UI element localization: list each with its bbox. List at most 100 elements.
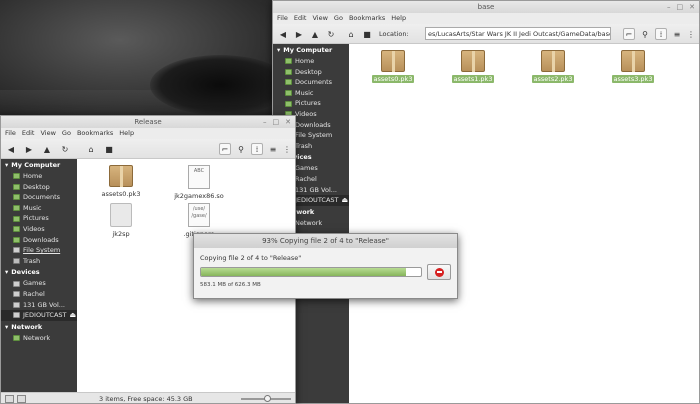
drive-icon (13, 291, 20, 298)
back-icon[interactable]: ◀ (277, 28, 289, 40)
reload-icon[interactable]: ↻ (59, 143, 71, 155)
compact-view-icon[interactable]: ⋮ (281, 143, 293, 155)
back-icon[interactable]: ◀ (5, 143, 17, 155)
sidebar-section-my-computer: ▾ My Computer (277, 46, 333, 54)
sidebar-item-music[interactable]: Music (1, 203, 77, 214)
sidebar-item-home[interactable]: Home (1, 171, 77, 182)
sidebar-item-trash[interactable]: Trash (1, 256, 77, 267)
menu-go[interactable]: Go (334, 13, 343, 24)
forward-icon[interactable]: ▶ (23, 143, 35, 155)
sidebar-item-pictures[interactable]: Pictures (1, 213, 77, 224)
base-menubar: File Edit View Go Bookmarks Help (273, 13, 699, 24)
treeview-toggle-icon[interactable] (17, 395, 26, 403)
menu-help[interactable]: Help (119, 128, 134, 139)
sidebar-section-devices: ▾Devices (5, 268, 40, 277)
base-toolbar: ◀ ▶ ▲ ↻ ⌂ ■ Location: es/LucasArts/Star … (273, 24, 699, 44)
package-icon (541, 50, 565, 72)
search-icon[interactable]: ⚲ (639, 28, 651, 40)
file-item[interactable]: assets1.pk3 (441, 50, 505, 83)
reload-icon[interactable]: ↻ (325, 28, 337, 40)
up-icon[interactable]: ▲ (41, 143, 53, 155)
folder-icon (13, 194, 20, 201)
menu-help[interactable]: Help (391, 13, 406, 24)
sidebar-item-downloads[interactable]: Downloads (1, 235, 77, 246)
computer-icon[interactable]: ■ (361, 28, 373, 40)
text-file-icon: ABC (188, 165, 210, 189)
file-item[interactable]: assets0.pk3 (89, 165, 153, 198)
base-titlebar[interactable]: base – □ ✕ (273, 1, 699, 13)
sidebar-item-desktop[interactable]: Desktop (1, 182, 77, 193)
sidebar-device-games[interactable]: Games (1, 278, 77, 289)
file-item[interactable]: ABC jk2gamex86.so (167, 165, 231, 200)
computer-icon[interactable]: ■ (103, 143, 115, 155)
list-view-icon[interactable]: ≡ (267, 143, 279, 155)
sidebar-item-file-system[interactable]: File System (1, 245, 77, 256)
file-item[interactable]: assets3.pk3 (601, 50, 665, 83)
sidebar-item-videos[interactable]: Videos (1, 224, 77, 235)
list-view-icon[interactable]: ≡ (671, 28, 683, 40)
sidebar-item-music[interactable]: Music (273, 88, 349, 99)
icon-view-icon[interactable]: ⁞ (655, 28, 667, 40)
file-item[interactable]: jk2sp (89, 203, 153, 238)
menu-bookmarks[interactable]: Bookmarks (77, 128, 113, 139)
location-field[interactable]: es/LucasArts/Star Wars JK II Jedi Outcas… (425, 27, 611, 40)
release-titlebar[interactable]: Release – □ ✕ (1, 116, 295, 128)
dialog-title: 93% Copying file 2 of 4 to "Release" (194, 234, 457, 248)
trash-icon (13, 258, 20, 265)
menu-file[interactable]: File (5, 128, 16, 139)
menu-go[interactable]: Go (62, 128, 71, 139)
sidebar-section-my-computer: ▾ My Computer (5, 161, 61, 169)
menu-edit[interactable]: Edit (294, 13, 307, 24)
window-controls: – □ ✕ (263, 116, 291, 128)
compact-view-icon[interactable]: ⋮ (685, 28, 697, 40)
sidebar-toggle-icon[interactable] (5, 395, 14, 403)
icon-view-icon[interactable]: ⁞ (251, 143, 263, 155)
home-icon[interactable]: ⌂ (345, 28, 357, 40)
sidebar-item-documents[interactable]: Documents (273, 77, 349, 88)
file-item[interactable]: assets2.pk3 (521, 50, 585, 83)
close-icon[interactable]: ✕ (689, 1, 695, 13)
menu-edit[interactable]: Edit (22, 128, 35, 139)
folder-icon (13, 183, 20, 190)
maximize-icon[interactable]: □ (677, 1, 684, 13)
toggle-path-icon[interactable]: ⌐ (219, 143, 231, 155)
menu-view[interactable]: View (312, 13, 327, 24)
folder-icon (285, 68, 292, 75)
copy-progress-bar (200, 267, 422, 277)
status-text: 3 items, Free space: 45.3 GB (99, 395, 193, 403)
up-icon[interactable]: ▲ (309, 28, 321, 40)
copy-progress-dialog[interactable]: 93% Copying file 2 of 4 to "Release" Cop… (193, 233, 458, 299)
sidebar-item-network[interactable]: Network (1, 333, 77, 344)
package-icon (109, 165, 133, 187)
minimize-icon[interactable]: – (263, 116, 267, 128)
toggle-path-icon[interactable]: ⌐ (623, 28, 635, 40)
folder-icon (285, 79, 292, 86)
menu-file[interactable]: File (277, 13, 288, 24)
folder-icon (13, 236, 20, 243)
release-statusbar: 3 items, Free space: 45.3 GB (1, 392, 295, 403)
forward-icon[interactable]: ▶ (293, 28, 305, 40)
base-window[interactable]: base – □ ✕ File Edit View Go Bookmarks H… (272, 0, 700, 404)
file-item[interactable]: assets0.pk3 (361, 50, 425, 83)
sidebar-item-pictures[interactable]: Pictures (273, 98, 349, 109)
close-icon[interactable]: ✕ (285, 116, 291, 128)
minimize-icon[interactable]: – (667, 1, 671, 13)
zoom-slider-handle[interactable] (264, 395, 271, 402)
search-icon[interactable]: ⚲ (235, 143, 247, 155)
cancel-copy-button[interactable] (427, 264, 451, 280)
sidebar-item-desktop[interactable]: Desktop (273, 67, 349, 78)
sidebar-device-volume[interactable]: 131 GB Vol... (1, 300, 77, 311)
home-icon[interactable]: ⌂ (85, 143, 97, 155)
folder-icon (285, 58, 292, 65)
menu-bookmarks[interactable]: Bookmarks (349, 13, 385, 24)
sidebar-item-home[interactable]: Home (273, 56, 349, 67)
base-file-area[interactable]: assets0.pk3 assets1.pk3 assets2.pk3 asse… (349, 44, 699, 403)
base-window-title: base (477, 3, 495, 11)
menu-view[interactable]: View (40, 128, 55, 139)
sidebar-device-jedioutcast[interactable]: JEDIOUTCAST ⏏ (1, 310, 77, 321)
text-file-icon: /use/ /gase/ (188, 203, 210, 227)
release-menubar: File Edit View Go Bookmarks Help (1, 128, 295, 139)
sidebar-item-documents[interactable]: Documents (1, 192, 77, 203)
maximize-icon[interactable]: □ (273, 116, 280, 128)
sidebar-device-rachel[interactable]: Rachel (1, 289, 77, 300)
